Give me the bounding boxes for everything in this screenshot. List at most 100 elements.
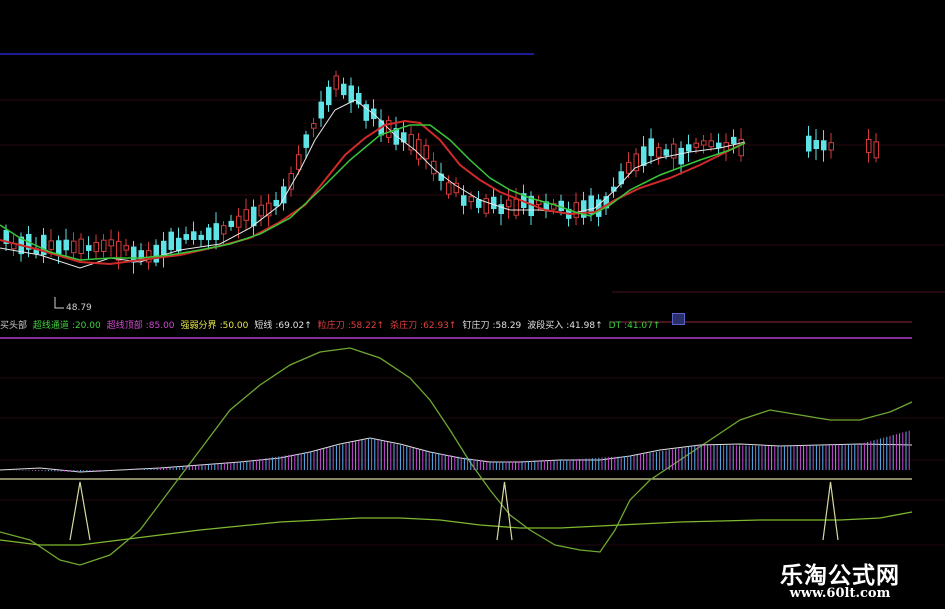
candle-body <box>641 146 647 166</box>
osc-bottom-line <box>0 511 913 546</box>
indicator-item: DT:41.07↑ <box>609 321 664 331</box>
candle-body <box>123 245 129 251</box>
osc-spike <box>69 481 91 541</box>
candle-body <box>423 145 429 160</box>
candle-body <box>341 83 347 96</box>
candle-body <box>108 239 114 247</box>
candle-body <box>873 141 879 159</box>
indicator-item-value: :62.93↑ <box>420 321 457 331</box>
candle-body <box>243 209 249 221</box>
candle-body <box>198 234 204 240</box>
candle-body <box>663 149 669 156</box>
candle-body <box>221 225 227 235</box>
candle-body <box>461 195 467 206</box>
indicator-item-value: :58.22↑ <box>347 321 385 331</box>
candle-body <box>93 241 99 253</box>
candle-body <box>191 231 197 241</box>
indicator-title: 买头部 <box>0 321 28 331</box>
osc-spike <box>822 481 839 541</box>
candle-body <box>228 220 234 227</box>
indicator-item-value: :58.29 <box>492 321 522 331</box>
candle-body <box>626 161 632 174</box>
indicator-item-name: 强弱分界 <box>180 321 217 331</box>
candle-body <box>333 75 339 90</box>
candlesticks <box>3 70 879 274</box>
candle-body <box>738 138 744 157</box>
candle-body <box>866 138 872 153</box>
candle-body <box>573 202 579 218</box>
candle-body <box>678 147 684 165</box>
indicator-item-name: 钉庄刀 <box>462 321 490 331</box>
candle-body <box>258 204 264 217</box>
low-price-label: 48.79 <box>66 303 92 313</box>
candle-body <box>483 198 489 214</box>
indicator-item-value: :41.07↑ <box>624 321 661 331</box>
candle-body <box>701 140 707 146</box>
indicator-item-name: 超线通道 <box>32 321 69 331</box>
indicator-item-value: :20.00 <box>71 321 101 331</box>
indicator-item: 强弱分界:50.00 <box>181 321 252 331</box>
candle-body <box>101 239 107 252</box>
candle-body <box>716 142 722 149</box>
low-pointer <box>54 297 64 309</box>
indicator-item: 钉庄刀:58.29 <box>462 321 524 331</box>
candle-body <box>78 238 84 255</box>
candle-body <box>806 135 812 152</box>
candle-body <box>86 245 92 251</box>
candle-body <box>56 240 62 255</box>
indicator-item-name: 短线 <box>254 321 273 331</box>
oscillator-panel <box>0 347 913 566</box>
candle-body <box>506 199 512 208</box>
candle-body <box>206 227 212 241</box>
indicator-item: 粒庄刀:58.22↑ <box>318 321 387 331</box>
candle-body <box>476 199 482 208</box>
candle-body <box>813 140 819 150</box>
candle-body <box>491 196 497 210</box>
indicator-item-name: DT <box>608 321 622 331</box>
candle-body <box>288 173 294 190</box>
watermark-url: www.60lt.com <box>789 586 891 601</box>
indicator-item-value: :85.00 <box>145 321 175 331</box>
indicator-bar: 买头部 超线通道:20.00 超线顶部:85.00 强弱分界:50.00 短线:69.… <box>0 318 660 334</box>
stock-chart <box>0 53 945 566</box>
indicator-item: 杀庄刀:62.93↑ <box>390 321 459 331</box>
candle-body <box>153 244 159 263</box>
candle-body <box>513 198 519 216</box>
indicator-item-value: :69.02↑ <box>275 321 312 331</box>
candle-body <box>326 86 332 106</box>
candle-body <box>251 206 257 227</box>
candle-body <box>446 182 452 195</box>
candle-body <box>498 204 504 215</box>
candle-body <box>71 240 77 254</box>
candle-body <box>213 223 219 240</box>
osc-spike <box>496 481 513 541</box>
candle-body <box>686 144 692 152</box>
candle-body <box>236 215 242 228</box>
indicator-item: 超线通道:20.00 <box>33 321 104 331</box>
candle-body <box>168 231 174 250</box>
candle-body <box>821 140 827 151</box>
indicator-item-value: :50.00 <box>219 321 249 331</box>
indicator-item: 波段买入:41.98↑ <box>527 321 605 331</box>
indicator-item-name: 杀庄刀 <box>390 321 418 331</box>
candle-body <box>731 136 737 144</box>
candle-body <box>303 134 309 148</box>
indicator-item: 超线顶部:85.00 <box>107 321 178 331</box>
candle-body <box>48 240 54 250</box>
candle-body <box>176 237 182 252</box>
candle-body <box>63 239 69 251</box>
candle-body <box>296 154 302 170</box>
watermark-site-name: 乐淘公式网 <box>780 562 900 589</box>
candle-body <box>183 234 189 240</box>
candle-body <box>318 101 324 119</box>
candle-body <box>273 199 279 207</box>
indicator-item-name: 超线顶部 <box>106 321 143 331</box>
candle-body <box>656 147 662 158</box>
candle-body <box>588 195 594 215</box>
candle-body <box>648 138 654 157</box>
candle-body <box>468 196 474 203</box>
indicator-item-name: 粒庄刀 <box>317 321 345 331</box>
candle-body <box>348 85 354 103</box>
candle-body <box>828 142 834 151</box>
candle-body <box>693 142 699 148</box>
